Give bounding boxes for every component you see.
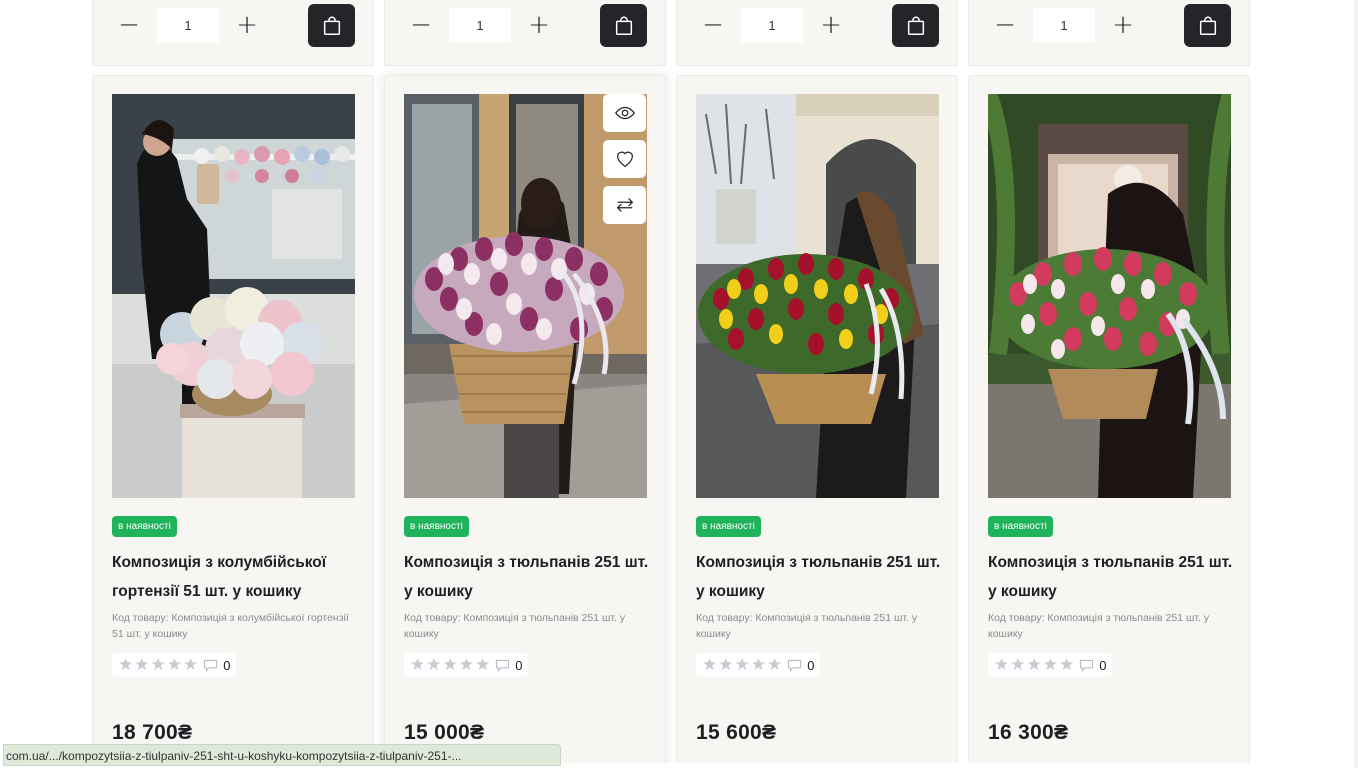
product-card[interactable]: в наявності Композиція з колумбійської г…: [92, 75, 374, 768]
quantity-input[interactable]: [157, 8, 219, 42]
product-card[interactable]: в наявності Композиція з тюльпанів 251 ш…: [676, 75, 958, 768]
product-image[interactable]: [988, 94, 1231, 498]
heart-icon: [616, 151, 633, 168]
add-to-wishlist-button[interactable]: [603, 140, 646, 178]
add-to-cart-button[interactable]: [892, 4, 939, 47]
star-icon: ★: [718, 654, 734, 675]
quantity-input[interactable]: [449, 8, 511, 42]
product-photo-tulips-red-yellow: [696, 94, 939, 498]
quantity-stepper[interactable]: − +: [405, 8, 555, 42]
product-image[interactable]: [112, 94, 355, 498]
top-product-card: − +: [384, 0, 666, 66]
decrease-quantity-button[interactable]: −: [697, 9, 729, 41]
star-icon: ★: [734, 654, 750, 675]
star-icon: ★: [1010, 654, 1026, 675]
review-count: 0: [807, 657, 815, 673]
shopping-bag-icon: [323, 16, 340, 35]
decrease-quantity-button[interactable]: −: [405, 9, 437, 41]
decrease-quantity-button[interactable]: −: [113, 9, 145, 41]
decrease-quantity-button[interactable]: −: [989, 9, 1021, 41]
star-icon: ★: [1026, 654, 1042, 675]
comment-icon: [1080, 659, 1094, 672]
review-count: 0: [223, 657, 231, 673]
star-icon: ★: [183, 654, 199, 675]
scrollbar-track[interactable]: [1354, 0, 1358, 768]
increase-quantity-button[interactable]: +: [523, 9, 555, 41]
quantity-input[interactable]: [741, 8, 803, 42]
star-icon: ★: [410, 654, 426, 675]
top-product-card: − +: [92, 0, 374, 66]
star-icon: ★: [166, 654, 182, 675]
star-icon: ★: [1042, 654, 1058, 675]
product-title[interactable]: Композиція з тюльпанів 251 шт. у кошику: [404, 548, 649, 606]
add-to-cart-button[interactable]: [600, 4, 647, 47]
shopping-bag-icon: [907, 16, 924, 35]
product-sku: Код товару: Композиція з колумбійської г…: [112, 612, 349, 640]
product-grid-page: − + − + − + − +: [0, 0, 1358, 768]
star-icon: ★: [426, 654, 442, 675]
product-card[interactable]: в наявності Композиція з тюльпанів 251 ш…: [968, 75, 1250, 768]
product-rating[interactable]: ★ ★ ★ ★ ★ 0: [404, 653, 529, 677]
star-icon: ★: [118, 654, 134, 675]
product-photo-hydrangea: [112, 94, 355, 498]
quantity-input[interactable]: [1033, 8, 1095, 42]
product-price: 15 000₴: [404, 721, 485, 744]
eye-icon: [614, 106, 635, 120]
product-rating[interactable]: ★ ★ ★ ★ ★ 0: [112, 653, 237, 677]
product-price: 18 700₴: [112, 721, 193, 744]
product-sku: Код товару: Композиція з тюльпанів 251 ш…: [404, 612, 626, 640]
star-icon: ★: [475, 654, 491, 675]
star-icon: ★: [994, 654, 1010, 675]
product-rating[interactable]: ★ ★ ★ ★ ★ 0: [696, 653, 821, 677]
shopping-bag-icon: [615, 16, 632, 35]
shopping-bag-icon: [1199, 16, 1216, 35]
stock-status-badge: в наявності: [404, 516, 469, 537]
product-card[interactable]: в наявності Композиція з тюльпанів 251 ш…: [384, 75, 666, 768]
browser-status-url: com.ua/.../kompozytsiia-z-tiulpaniv-251-…: [3, 744, 561, 766]
product-title[interactable]: Композиція з колумбійської гортензії 51 …: [112, 548, 357, 606]
product-title[interactable]: Композиція з тюльпанів 251 шт. у кошику: [988, 548, 1233, 606]
product-sku: Код товару: Композиція з тюльпанів 251 ш…: [696, 612, 918, 640]
increase-quantity-button[interactable]: +: [231, 9, 263, 41]
product-price: 15 600₴: [696, 721, 777, 744]
product-photo-tulips-pink: [988, 94, 1231, 498]
comment-icon: [496, 659, 510, 672]
star-icon: ★: [750, 654, 766, 675]
star-icon: ★: [134, 654, 150, 675]
product-image[interactable]: [696, 94, 939, 498]
star-icon: ★: [702, 654, 718, 675]
increase-quantity-button[interactable]: +: [1107, 9, 1139, 41]
comment-icon: [204, 659, 218, 672]
top-product-card: − +: [968, 0, 1250, 66]
product-sku: Код товару: Композиція з тюльпанів 251 ш…: [988, 612, 1210, 640]
add-to-compare-button[interactable]: [603, 186, 646, 224]
add-to-cart-button[interactable]: [1184, 4, 1231, 47]
add-to-cart-button[interactable]: [308, 4, 355, 47]
stock-status-badge: в наявності: [988, 516, 1053, 537]
star-icon: ★: [1059, 654, 1075, 675]
product-rating[interactable]: ★ ★ ★ ★ ★ 0: [988, 653, 1113, 677]
review-count: 0: [515, 657, 523, 673]
product-title[interactable]: Композиція з тюльпанів 251 шт. у кошику: [696, 548, 941, 606]
top-product-card: − +: [676, 0, 958, 66]
quantity-stepper[interactable]: − +: [989, 8, 1139, 42]
stock-status-badge: в наявності: [112, 516, 177, 537]
star-icon: ★: [150, 654, 166, 675]
star-icon: ★: [767, 654, 783, 675]
quick-actions: [603, 94, 646, 224]
comment-icon: [788, 659, 802, 672]
product-price: 16 300₴: [988, 721, 1069, 744]
review-count: 0: [1099, 657, 1107, 673]
star-icon: ★: [458, 654, 474, 675]
stock-status-badge: в наявності: [696, 516, 761, 537]
quick-view-button[interactable]: [603, 94, 646, 132]
increase-quantity-button[interactable]: +: [815, 9, 847, 41]
quantity-stepper[interactable]: − +: [113, 8, 263, 42]
compare-arrows-icon: [616, 198, 633, 212]
star-icon: ★: [442, 654, 458, 675]
quantity-stepper[interactable]: − +: [697, 8, 847, 42]
